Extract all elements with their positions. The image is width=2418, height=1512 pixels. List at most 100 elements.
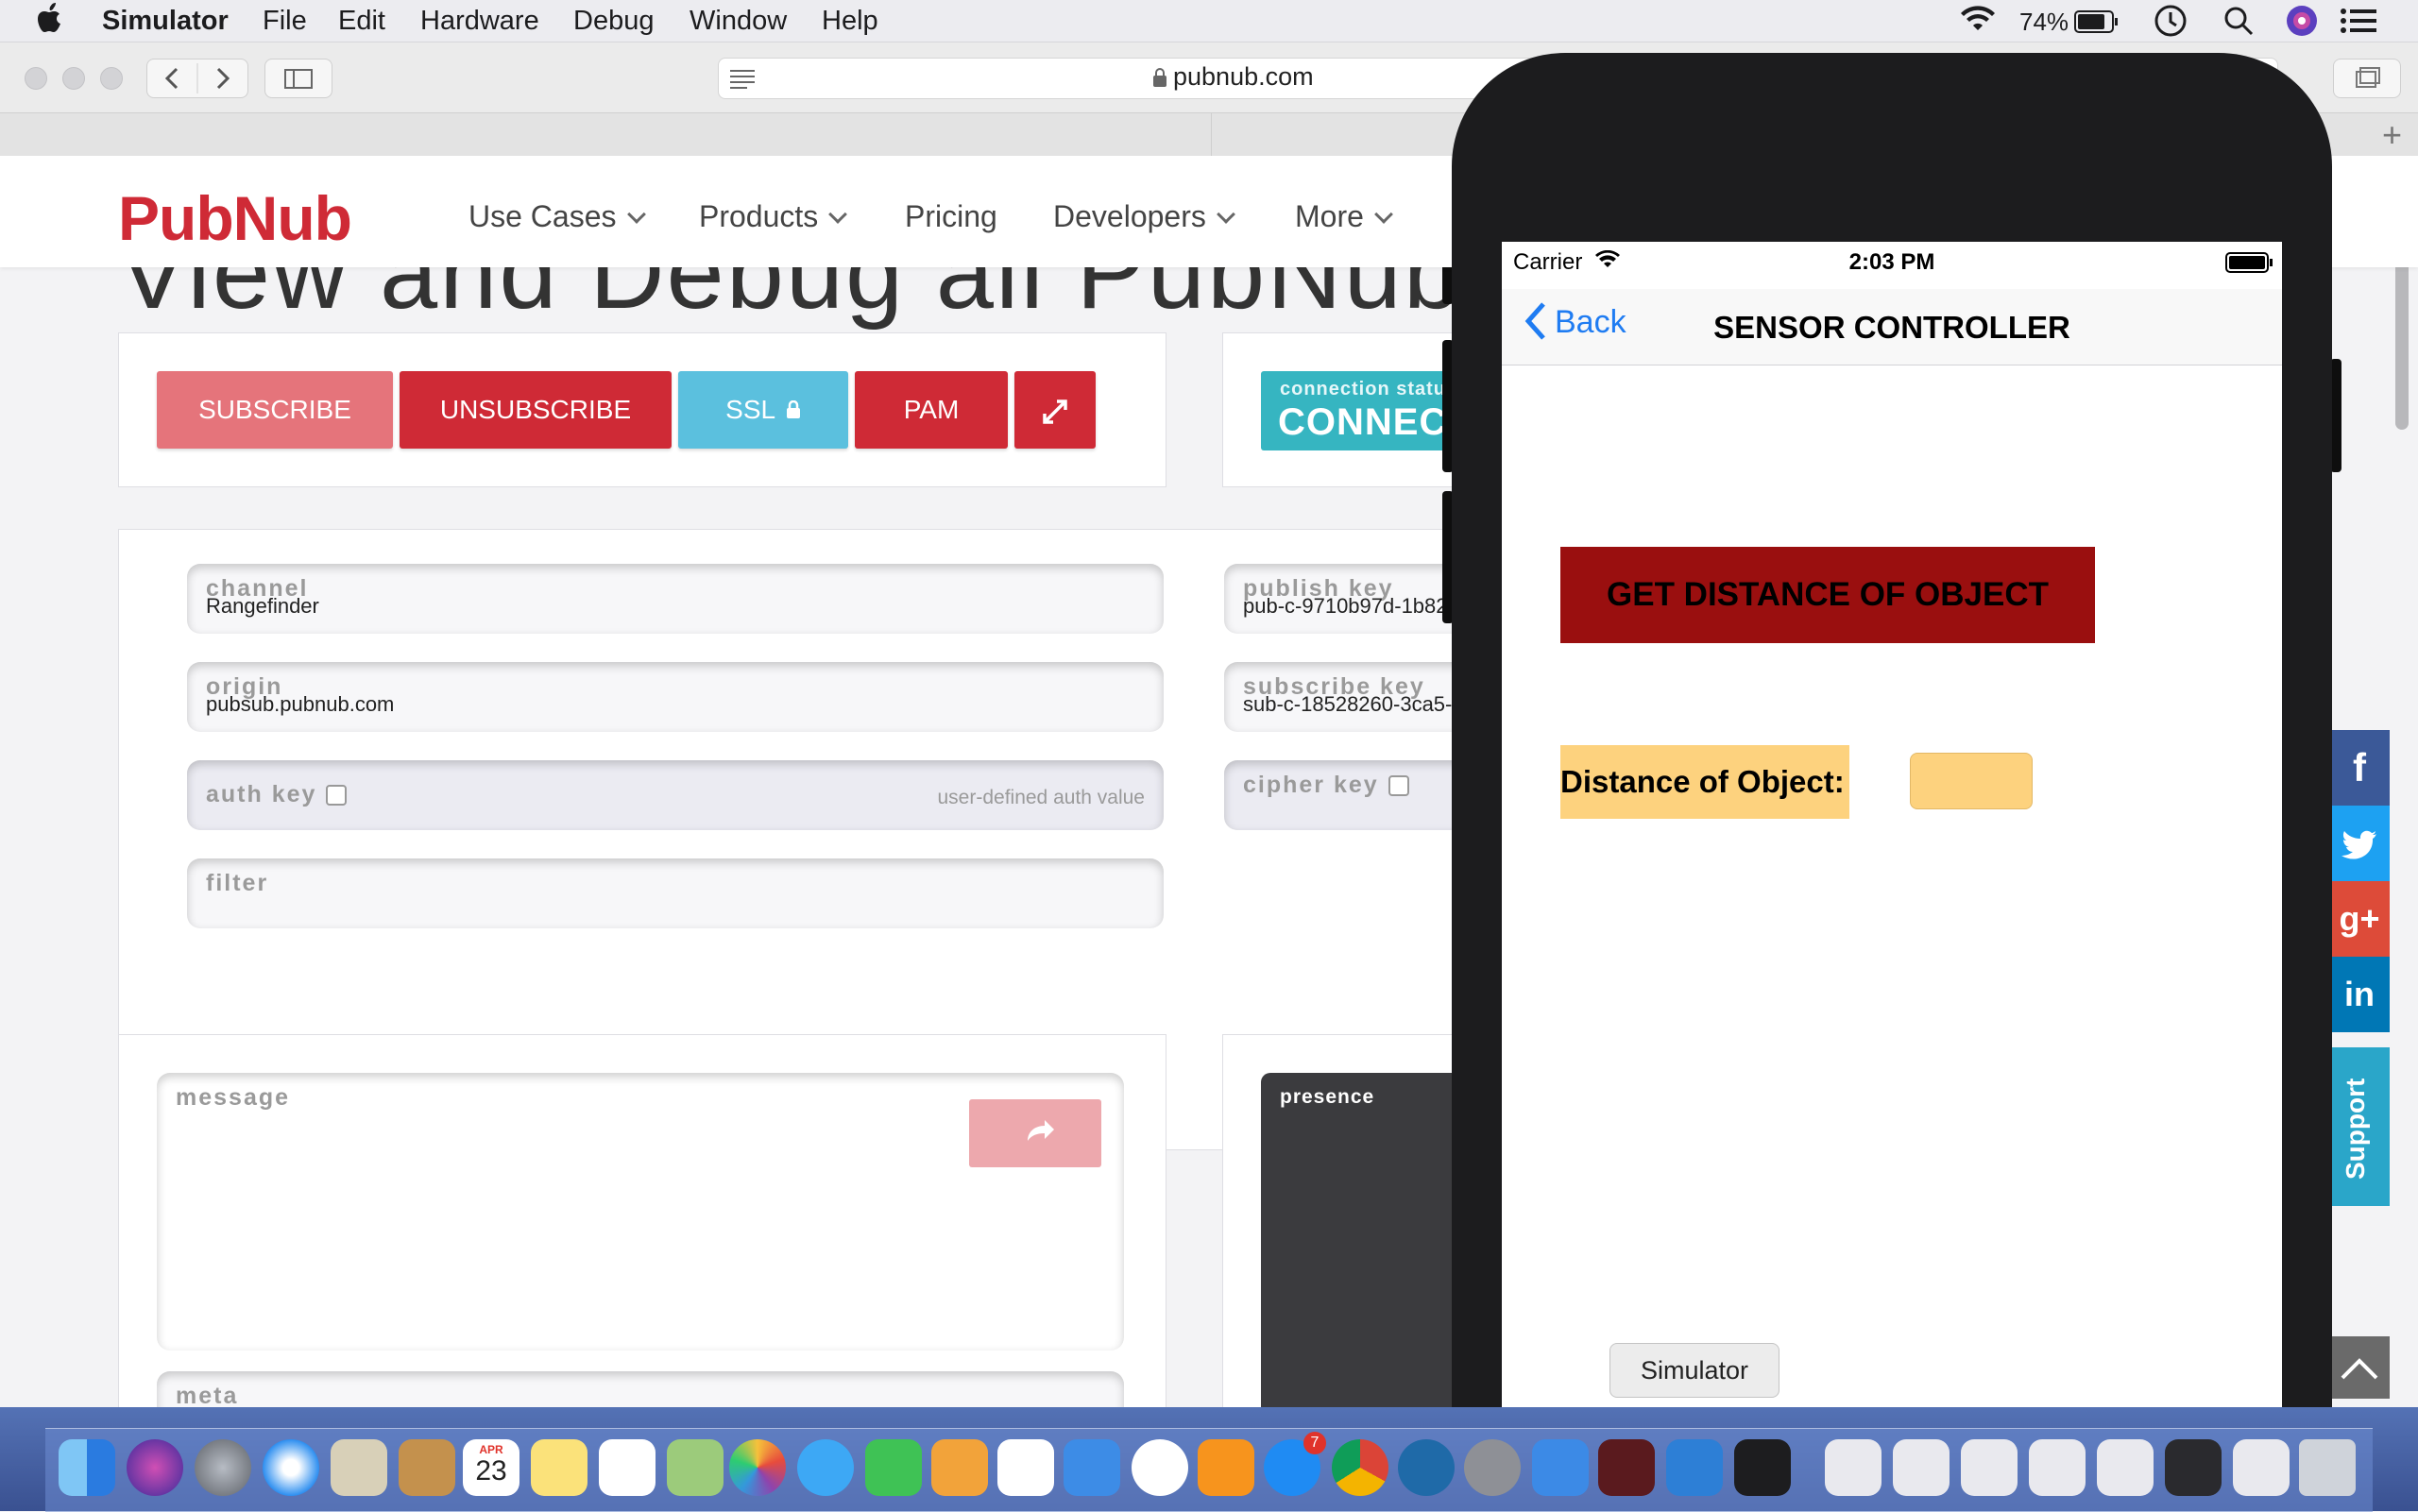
menu-bar: Simulator File Edit Hardware Debug Windo… bbox=[0, 0, 2418, 42]
finder-icon[interactable] bbox=[59, 1439, 115, 1496]
keynote-icon[interactable] bbox=[1064, 1439, 1120, 1496]
chevron-left-icon bbox=[164, 67, 179, 90]
trash-icon[interactable] bbox=[2299, 1439, 2356, 1496]
screen-title: SENSOR CONTROLLER bbox=[1713, 310, 2070, 345]
time-machine-icon[interactable] bbox=[2154, 4, 2188, 45]
chevron-right-icon bbox=[216, 67, 230, 90]
facetime-icon[interactable] bbox=[865, 1439, 922, 1496]
close-window-button[interactable] bbox=[25, 67, 47, 90]
tabs-overview-button[interactable] bbox=[2333, 59, 2401, 98]
terminal-icon[interactable] bbox=[1734, 1439, 1791, 1496]
facebook-share-button[interactable]: f bbox=[2329, 730, 2390, 806]
twitter-icon bbox=[2341, 830, 2376, 859]
back-forward-buttons[interactable] bbox=[146, 59, 248, 98]
ibooks-icon[interactable] bbox=[1198, 1439, 1254, 1496]
xcode-icon[interactable] bbox=[1532, 1439, 1589, 1496]
minimized-window-3[interactable] bbox=[1961, 1439, 2018, 1496]
distance-label: Distance of Object: bbox=[1560, 745, 1849, 819]
apple-icon[interactable] bbox=[38, 2, 64, 42]
subscribe-button[interactable]: SUBSCRIBE bbox=[157, 371, 393, 449]
quicktime-icon[interactable] bbox=[1398, 1439, 1455, 1496]
channel-field[interactable]: channel Rangefinder bbox=[187, 564, 1164, 634]
minimized-window-7[interactable] bbox=[2233, 1439, 2290, 1496]
pam-button[interactable]: PAM bbox=[855, 371, 1008, 449]
system-preferences-icon[interactable] bbox=[1464, 1439, 1521, 1496]
lock-icon bbox=[786, 399, 800, 418]
zoom-window-button[interactable] bbox=[100, 67, 123, 90]
simulator-app-icon[interactable] bbox=[1666, 1439, 1723, 1496]
nav-use-cases[interactable]: Use Cases bbox=[468, 199, 646, 234]
auth-key-checkbox[interactable] bbox=[326, 785, 348, 807]
dock-tooltip: Simulator bbox=[1609, 1343, 1779, 1398]
battery-icon bbox=[2225, 252, 2273, 273]
chevron-up-icon bbox=[2341, 1358, 2378, 1380]
lock-icon bbox=[1153, 68, 1166, 87]
minimize-window-button[interactable] bbox=[62, 67, 85, 90]
scroll-top-button[interactable] bbox=[2329, 1336, 2390, 1399]
maps-icon[interactable] bbox=[667, 1439, 724, 1496]
controls-panel: SUBSCRIBE UNSUBSCRIBE SSL PAM bbox=[118, 332, 1166, 487]
menu-file[interactable]: File bbox=[263, 6, 307, 37]
linkedin-share-button[interactable]: in bbox=[2329, 957, 2390, 1032]
distance-value-field[interactable] bbox=[1910, 753, 2033, 809]
siri-icon[interactable] bbox=[127, 1439, 183, 1496]
minimized-window-1[interactable] bbox=[1825, 1439, 1882, 1496]
siri-icon[interactable] bbox=[2286, 5, 2318, 44]
origin-field[interactable]: origin pubsub.pubnub.com bbox=[187, 662, 1164, 732]
menu-app-name[interactable]: Simulator bbox=[102, 6, 229, 37]
ssl-button[interactable]: SSL bbox=[678, 371, 848, 449]
twitter-share-button[interactable] bbox=[2329, 806, 2390, 881]
reminders-icon[interactable] bbox=[599, 1439, 656, 1496]
pubnub-logo[interactable]: PubNub bbox=[118, 182, 352, 254]
battery-icon[interactable] bbox=[2074, 9, 2120, 41]
pages-icon[interactable] bbox=[931, 1439, 988, 1496]
spotlight-search-icon[interactable] bbox=[2223, 6, 2254, 43]
nav-pricing[interactable]: Pricing bbox=[905, 199, 997, 234]
photos-icon[interactable] bbox=[729, 1439, 786, 1496]
messages-icon[interactable] bbox=[797, 1439, 854, 1496]
menu-edit[interactable]: Edit bbox=[338, 6, 385, 37]
url-text: pubnub.com bbox=[1152, 62, 1314, 92]
minimized-window-4[interactable] bbox=[2029, 1439, 2086, 1496]
iphone-simulator: Carrier 2:03 PM Back SENSOR CONTROLLER G… bbox=[1452, 53, 2332, 1511]
nav-products[interactable]: Products bbox=[699, 199, 848, 234]
pubnub-app-icon[interactable] bbox=[1598, 1439, 1655, 1496]
battery-percent: 74% bbox=[2019, 8, 2069, 36]
numbers-icon[interactable] bbox=[997, 1439, 1054, 1496]
message-textarea[interactable]: message bbox=[157, 1073, 1124, 1351]
safari-icon[interactable] bbox=[263, 1439, 319, 1496]
minimized-window-2[interactable] bbox=[1893, 1439, 1950, 1496]
publish-button[interactable] bbox=[969, 1099, 1101, 1167]
calendar-icon[interactable]: APR 23 bbox=[463, 1439, 519, 1496]
wifi-icon[interactable] bbox=[1959, 4, 1997, 42]
menu-help[interactable]: Help bbox=[822, 6, 878, 37]
launchpad-icon[interactable] bbox=[195, 1439, 251, 1496]
nav-more[interactable]: More bbox=[1295, 199, 1393, 234]
minimized-window-5[interactable] bbox=[2097, 1439, 2154, 1496]
fullscreen-button[interactable] bbox=[1014, 371, 1096, 449]
meta-field[interactable]: meta bbox=[157, 1371, 1124, 1412]
auth-key-field[interactable]: auth key user-defined auth value bbox=[187, 760, 1164, 830]
status-time: 2:03 PM bbox=[1848, 249, 1935, 275]
notes-icon[interactable] bbox=[531, 1439, 587, 1496]
unsubscribe-button[interactable]: UNSUBSCRIBE bbox=[400, 371, 672, 449]
contacts-icon[interactable] bbox=[399, 1439, 455, 1496]
minimized-window-6[interactable] bbox=[2165, 1439, 2222, 1496]
cipher-key-checkbox[interactable] bbox=[1388, 775, 1409, 797]
itunes-icon[interactable] bbox=[1132, 1439, 1188, 1496]
chrome-icon[interactable] bbox=[1332, 1439, 1388, 1496]
menu-hardware[interactable]: Hardware bbox=[420, 6, 539, 37]
mail-stamp-icon[interactable] bbox=[331, 1439, 387, 1496]
menu-debug[interactable]: Debug bbox=[573, 6, 654, 37]
notification-center-icon[interactable] bbox=[2341, 8, 2376, 42]
nav-developers[interactable]: Developers bbox=[1053, 199, 1235, 234]
get-distance-button[interactable]: GET DISTANCE OF OBJECT bbox=[1560, 547, 2095, 643]
new-tab-button[interactable]: + bbox=[2382, 115, 2402, 155]
support-tab[interactable]: Support bbox=[2329, 1047, 2390, 1206]
app-store-icon[interactable]: 7 bbox=[1264, 1432, 1326, 1496]
sidebar-toggle-button[interactable] bbox=[264, 59, 332, 98]
menu-window[interactable]: Window bbox=[690, 6, 787, 37]
google-plus-share-button[interactable]: g+ bbox=[2329, 881, 2390, 957]
expand-icon bbox=[1043, 399, 1067, 424]
filter-field[interactable]: filter bbox=[187, 858, 1164, 928]
